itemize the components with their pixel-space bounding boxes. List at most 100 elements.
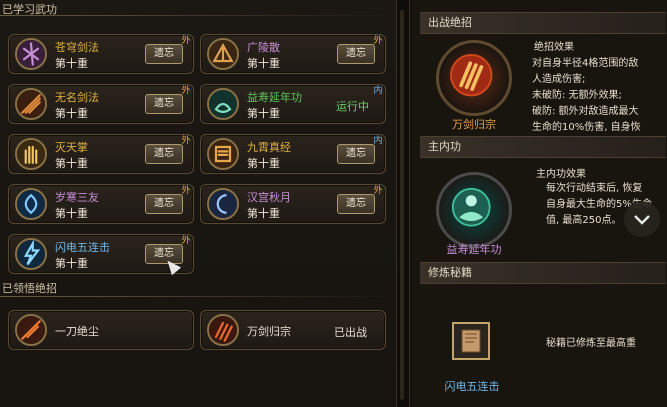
moon-icon — [209, 190, 237, 218]
skill-level: 第十重 — [55, 57, 88, 70]
lotus-icon — [209, 90, 237, 118]
ultimate-name: 万剑归宗 — [247, 325, 291, 338]
forget-button[interactable]: 遗忘 — [337, 194, 375, 214]
manual-status-text: 秘籍已修炼至最高重 — [546, 338, 636, 349]
skill-name: 岁寒三友 — [55, 191, 99, 204]
skill-icon — [207, 88, 239, 120]
skill-card[interactable]: 岁寒三友 第十重 遗忘 外 — [8, 184, 194, 224]
inner-effect-title: 主内功效果 — [536, 169, 586, 180]
divider — [0, 15, 395, 16]
skill-name: 九霄真经 — [247, 141, 291, 154]
forget-button[interactable]: 遗忘 — [337, 144, 375, 164]
ultimate-card[interactable]: 一刀绝尘 — [8, 310, 194, 350]
lotus-icon — [451, 187, 491, 227]
skill-level: 第十重 — [55, 107, 88, 120]
skill-icon — [15, 38, 47, 70]
skill-type-tag: 内 — [373, 136, 383, 146]
forget-button[interactable]: 遗忘 — [337, 44, 375, 64]
effect-line: 生命的10%伤害, 自身恢 — [532, 122, 641, 133]
skill-card[interactable]: 广陵散 第十重 遗忘 外 — [200, 34, 386, 74]
scrollbar-thumb[interactable] — [400, 10, 404, 400]
skill-level: 第十重 — [55, 157, 88, 170]
forget-button[interactable]: 遗忘 — [145, 94, 183, 114]
skill-name: 汉宫秋月 — [247, 191, 291, 204]
skill-level: 第十重 — [247, 57, 280, 70]
skill-icon — [207, 138, 239, 170]
skill-card[interactable]: 无名剑法 第十重 遗忘 外 — [8, 84, 194, 124]
skill-type-tag: 外 — [373, 186, 383, 196]
effect-line: 未破防: 无额外效果; — [532, 90, 622, 101]
skill-type-tag: 外 — [181, 136, 191, 146]
skill-level: 第十重 — [247, 107, 280, 120]
skill-type-tag: 外 — [181, 186, 191, 196]
battle-skill-emblem[interactable] — [436, 40, 512, 116]
skill-name: 闪电五连击 — [55, 241, 110, 254]
scroll-down-button[interactable] — [624, 201, 660, 237]
skill-name: 广陵散 — [247, 41, 280, 54]
skill-name: 灭天掌 — [55, 141, 88, 154]
battle-skill-name: 万剑归宗 — [452, 118, 496, 131]
battle-effect-title: 绝招效果 — [534, 42, 574, 53]
skill-icon — [15, 88, 47, 120]
skill-name: 苍穹剑法 — [55, 41, 99, 54]
scroll-icon — [209, 140, 237, 168]
palm-icon — [17, 140, 45, 168]
lightning-icon — [17, 240, 45, 268]
skill-type-tag: 内 — [373, 86, 383, 96]
inner-skill-name: 益寿延年功 — [446, 243, 502, 256]
forget-button[interactable]: 遗忘 — [145, 44, 183, 64]
skill-level: 第十重 — [247, 207, 280, 220]
skill-icon — [207, 38, 239, 70]
effect-line: 每次行动结束后, 恢复 — [546, 183, 643, 194]
effect-line: 人造成伤害; — [532, 74, 586, 85]
skill-icon — [15, 138, 47, 170]
divider — [0, 296, 395, 297]
skill-card[interactable]: 九霄真经 第十重 遗忘 内 — [200, 134, 386, 174]
skill-icon — [15, 188, 47, 220]
effect-line: 破防: 额外对敌造成最大 — [532, 106, 639, 117]
skills-panel: 已学习武功 苍穹剑法 第十重 遗忘 外 广陵散 第十重 遗忘 外 无名剑法 第十… — [0, 0, 405, 407]
skill-card[interactable]: 苍穹剑法 第十重 遗忘 外 — [8, 34, 194, 74]
manual-book-icon[interactable] — [452, 322, 490, 360]
claw-slash-icon — [209, 316, 237, 344]
skill-name: 益寿延年功 — [247, 91, 302, 104]
forget-button[interactable]: 遗忘 — [145, 144, 183, 164]
deployed-status: 已出战 — [334, 326, 367, 339]
skill-type-tag: 外 — [181, 36, 191, 46]
skill-name: 无名剑法 — [55, 91, 99, 104]
running-status: 运行中 — [336, 100, 369, 113]
effect-line: 对自身半径4格范围的敌 — [532, 58, 639, 69]
crossed-blades-icon — [17, 90, 45, 118]
scrollbar[interactable] — [396, 0, 410, 407]
blue-swirl-icon — [17, 190, 45, 218]
skill-card[interactable]: 汉宫秋月 第十重 遗忘 外 — [200, 184, 386, 224]
ultimate-name: 一刀绝尘 — [55, 325, 99, 338]
fan-icon — [209, 40, 237, 68]
skill-level: 第十重 — [55, 257, 88, 270]
manual-header: 修炼秘籍 — [420, 262, 666, 284]
blade-slash-icon — [17, 316, 45, 344]
battle-skill-header: 出战绝招 — [420, 12, 666, 34]
chevron-down-icon — [634, 215, 650, 225]
inner-skill-emblem[interactable] — [436, 172, 512, 248]
claw-slash-icon — [450, 54, 493, 97]
ultimate-icon — [207, 314, 239, 346]
forget-button[interactable]: 遗忘 — [145, 244, 183, 264]
manual-book-name: 闪电五连击 — [444, 380, 500, 393]
skill-type-tag: 外 — [181, 86, 191, 96]
skill-icon — [207, 188, 239, 220]
inner-skill-header: 主内功 — [420, 136, 666, 158]
skill-card[interactable]: 益寿延年功 第十重 运行中 内 — [200, 84, 386, 124]
skill-level: 第十重 — [247, 157, 280, 170]
ultimate-card[interactable]: 万剑归宗 已出战 — [200, 310, 386, 350]
forget-button[interactable]: 遗忘 — [145, 194, 183, 214]
sword-wheel-icon — [17, 40, 45, 68]
ultimate-skills-title: 已领悟绝招 — [2, 282, 57, 295]
skill-type-tag: 外 — [181, 236, 191, 246]
ultimate-icon — [15, 314, 47, 346]
skill-icon — [15, 238, 47, 270]
skill-card[interactable]: 灭天掌 第十重 遗忘 外 — [8, 134, 194, 174]
skill-type-tag: 外 — [373, 36, 383, 46]
battle-effect-text: 对自身半径4格范围的敌 人造成伤害; 未破防: 无额外效果; 破防: 额外对敌造成最大… — [532, 56, 641, 136]
skill-level: 第十重 — [55, 207, 88, 220]
